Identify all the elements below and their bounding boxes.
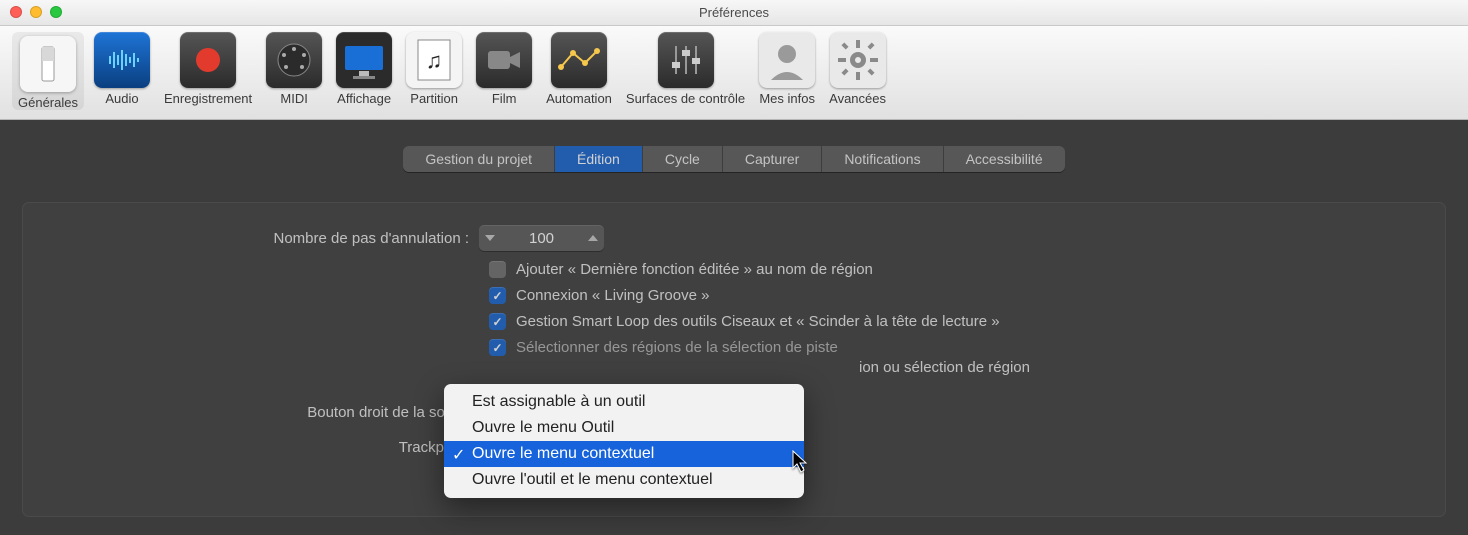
check-label: Connexion « Living Groove » (516, 287, 709, 304)
person-icon (759, 32, 815, 88)
toolbar-advanced[interactable]: Avancées (825, 32, 890, 106)
menu-item-assignable[interactable]: Est assignable à un outil (444, 389, 804, 415)
record-icon (180, 32, 236, 88)
tab-capture[interactable]: Capturer (723, 146, 822, 172)
check-label: Gestion Smart Loop des outils Ciseaux et… (516, 313, 1000, 330)
check-select-regions[interactable]: Sélectionner des régions de la sélection… (489, 339, 1419, 356)
check-smart-loop[interactable]: Gestion Smart Loop des outils Ciseaux et… (489, 313, 1419, 330)
menu-item-tool-and-context[interactable]: Ouvre l'outil et le menu contextuel (444, 467, 804, 493)
toolbar-audio[interactable]: Audio (90, 32, 154, 106)
toolbar-automation[interactable]: Automation (542, 32, 616, 106)
toolbar-label: Film (492, 91, 517, 106)
check-living-groove[interactable]: Connexion « Living Groove » (489, 287, 1419, 304)
toolbar-recording[interactable]: Enregistrement (160, 32, 256, 106)
check-label: Sélectionner des régions de la sélection… (516, 339, 838, 356)
checkbox-icon[interactable] (489, 287, 506, 304)
right-mouse-menu[interactable]: Est assignable à un outil Ouvre le menu … (444, 384, 804, 498)
toolbar-label: Générales (18, 95, 78, 110)
automation-icon (551, 32, 607, 88)
toolbar-label: Enregistrement (164, 91, 252, 106)
tab-project-management[interactable]: Gestion du projet (403, 146, 555, 172)
tab-notifications[interactable]: Notifications (822, 146, 943, 172)
undo-steps-label: Nombre de pas d'annulation : (49, 230, 479, 247)
menu-item-tool-menu[interactable]: Ouvre le menu Outil (444, 415, 804, 441)
window-title: Préférences (0, 5, 1468, 20)
toolbar-score[interactable]: ♫ Partition (402, 32, 466, 106)
stepper-up-icon[interactable] (582, 225, 604, 251)
trackpad-label: Trackpad : (49, 439, 479, 456)
zoom-icon[interactable] (50, 6, 62, 18)
undo-steps-row: Nombre de pas d'annulation : 100 (49, 225, 1419, 251)
undo-steps-stepper[interactable]: 100 (479, 225, 604, 251)
faders-icon (658, 32, 714, 88)
checkbox-icon[interactable] (489, 261, 506, 278)
check-label: Ajouter « Dernière fonction éditée » au … (516, 261, 873, 278)
close-icon[interactable] (10, 6, 22, 18)
toolbar-label: Mes infos (759, 91, 815, 106)
toolbar-my-info[interactable]: Mes infos (755, 32, 819, 106)
waveform-icon (94, 32, 150, 88)
midi-icon (266, 32, 322, 88)
right-mouse-label: Bouton droit de la souris (49, 404, 479, 421)
tab-cycle[interactable]: Cycle (643, 146, 723, 172)
minimize-icon[interactable] (30, 6, 42, 18)
toolbar-label: Partition (410, 91, 458, 106)
undo-steps-value: 100 (501, 227, 582, 250)
display-icon (336, 32, 392, 88)
svg-text:♫: ♫ (426, 48, 443, 73)
subtab-bar: Gestion du projet Édition Cycle Capturer… (22, 146, 1446, 172)
window-controls (10, 6, 62, 18)
menu-item-context-menu[interactable]: Ouvre le menu contextuel (444, 441, 804, 467)
options-list: Ajouter « Dernière fonction éditée » au … (489, 261, 1419, 356)
checkbox-icon[interactable] (489, 339, 506, 356)
switch-icon (20, 36, 76, 92)
toolbar-label: Surfaces de contrôle (626, 91, 745, 106)
titlebar: Préférences (0, 0, 1468, 26)
toolbar-label: Affichage (337, 91, 391, 106)
toolbar-label: MIDI (280, 91, 307, 106)
score-icon: ♫ (406, 32, 462, 88)
cursor-icon (792, 450, 810, 479)
prefs-toolbar: Générales Audio Enregistrement MIDI Affi… (0, 26, 1468, 120)
content-area: Gestion du projet Édition Cycle Capturer… (0, 120, 1468, 535)
checkbox-icon[interactable] (489, 313, 506, 330)
tab-editing[interactable]: Édition (555, 146, 643, 172)
gear-icon (830, 32, 886, 88)
toolbar-control-surfaces[interactable]: Surfaces de contrôle (622, 32, 749, 106)
toolbar-label: Automation (546, 91, 612, 106)
camera-icon (476, 32, 532, 88)
toolbar-midi[interactable]: MIDI (262, 32, 326, 106)
tab-accessibility[interactable]: Accessibilité (944, 146, 1065, 172)
toolbar-general[interactable]: Générales (12, 32, 84, 110)
toolbar-display[interactable]: Affichage (332, 32, 396, 106)
toolbar-label: Avancées (829, 91, 886, 106)
toolbar-label: Audio (105, 91, 138, 106)
check-add-last-function[interactable]: Ajouter « Dernière fonction éditée » au … (489, 261, 1419, 278)
toolbar-movie[interactable]: Film (472, 32, 536, 106)
obscured-text-tail: ion ou sélection de région (859, 359, 1419, 376)
stepper-down-icon[interactable] (479, 225, 501, 251)
